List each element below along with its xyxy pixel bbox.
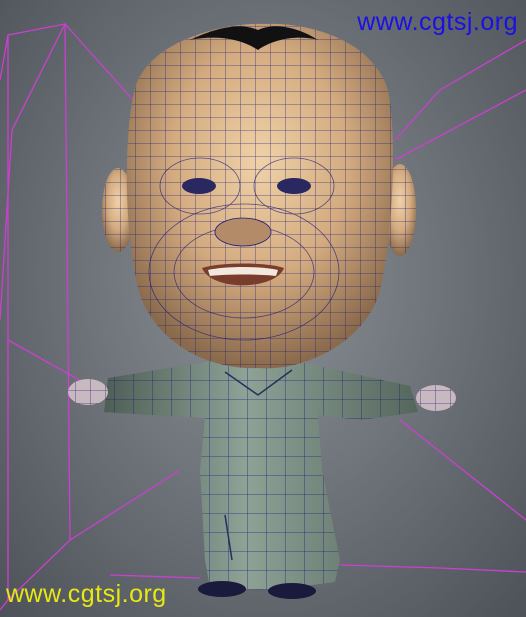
- robe: [104, 360, 418, 590]
- head: [126, 23, 394, 369]
- right-eye: [277, 178, 311, 194]
- left-eye: [182, 178, 216, 194]
- nose: [214, 217, 272, 247]
- watermark-top: www.cgtsj.org: [357, 8, 518, 36]
- 3d-viewport[interactable]: www.cgtsj.org www.cgtsj.org: [0, 0, 526, 617]
- character-model-scene: [0, 23, 526, 611]
- watermark-bottom: www.cgtsj.org: [6, 580, 167, 608]
